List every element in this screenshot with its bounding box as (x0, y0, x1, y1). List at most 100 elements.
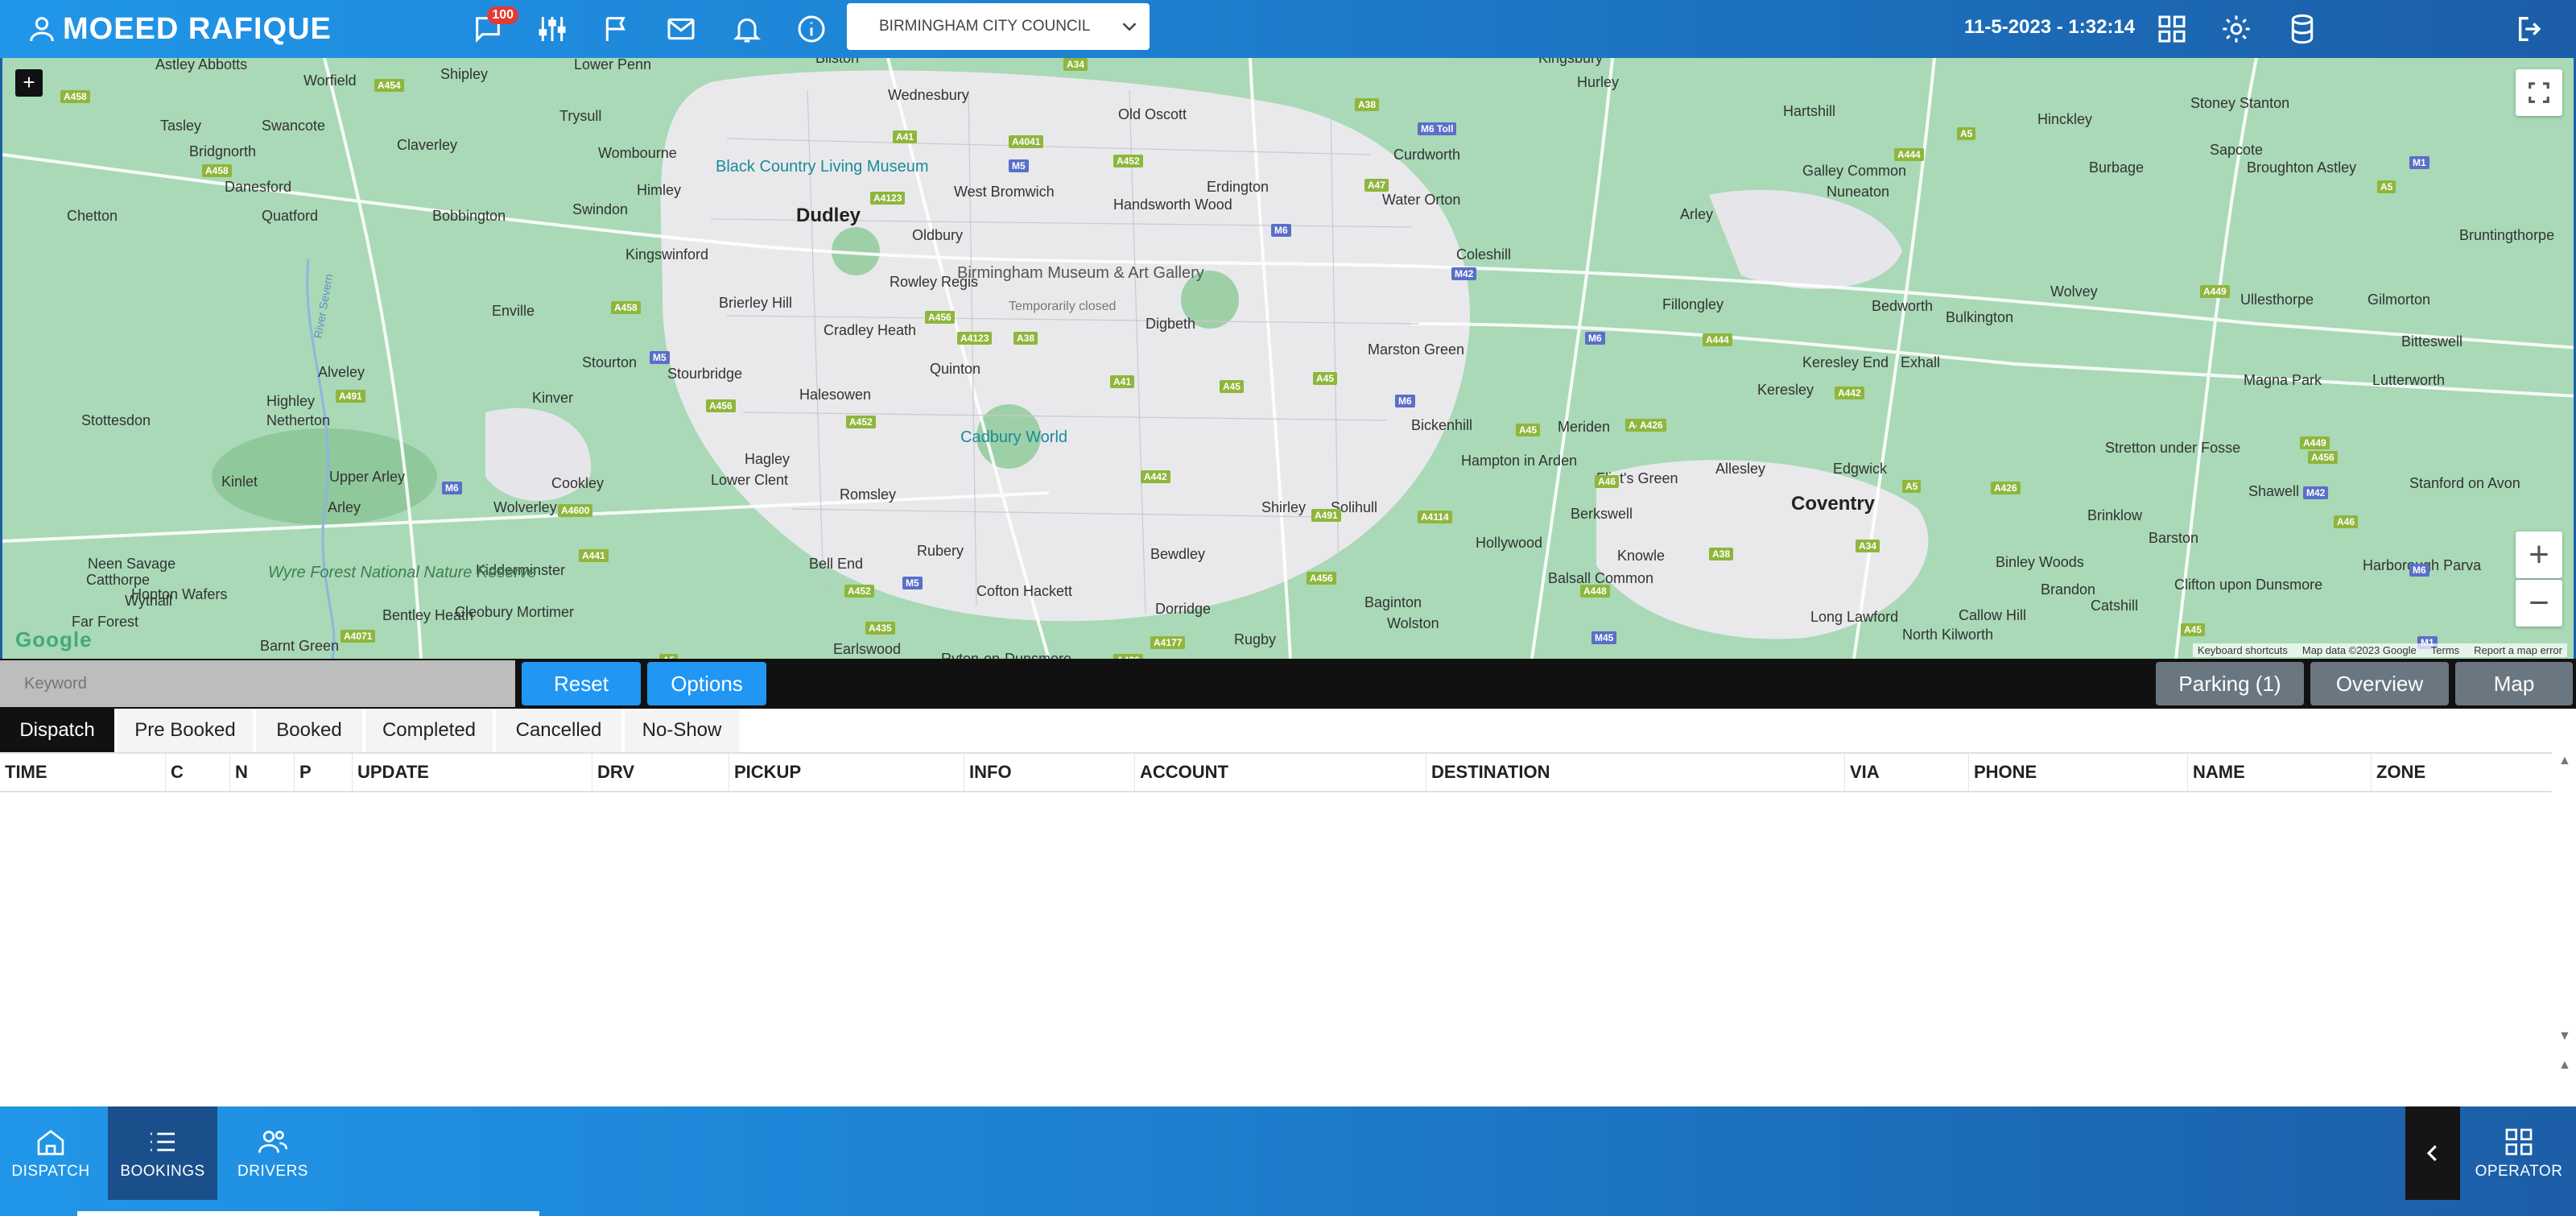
reset-button[interactable]: Reset (522, 662, 641, 705)
map-button[interactable]: Map (2455, 662, 2573, 705)
map-place-label: Digbeth (1146, 316, 1196, 332)
tab-dispatch[interactable]: Dispatch (0, 709, 114, 752)
tab-no-show[interactable]: No-Show (625, 709, 739, 752)
column-header-drv[interactable]: DRV (592, 754, 729, 791)
messages-button[interactable]: 100 (470, 6, 518, 47)
map-road-shield: A441 (579, 549, 609, 562)
info-button[interactable] (794, 11, 829, 47)
scroll-up-arrow-icon[interactable]: ▲ (2558, 754, 2571, 768)
settings-button[interactable] (2219, 11, 2254, 47)
map-road-shield: A426 (1991, 482, 2021, 494)
map-place-label: Keresley (1757, 382, 1814, 398)
map-road-shield: M5 (1009, 159, 1029, 172)
column-header-via[interactable]: VIA (1845, 754, 1969, 791)
map-place-label: Baginton (1364, 594, 1422, 610)
logout-icon (2519, 17, 2541, 41)
filters-button[interactable] (535, 11, 570, 47)
map-road-shield: A442 (1835, 387, 1864, 399)
chevron-left-icon (2426, 1145, 2437, 1161)
map-place-label: Old Oscott (1118, 106, 1187, 122)
column-header-account[interactable]: ACCOUNT (1135, 754, 1426, 791)
tab-completed[interactable]: Completed (365, 709, 493, 752)
column-header-p[interactable]: P (295, 754, 353, 791)
nav-operator[interactable]: OPERATOR (2465, 1106, 2573, 1200)
overview-button[interactable]: Overview (2310, 662, 2449, 705)
terms-link[interactable]: Terms (2431, 644, 2459, 656)
database-button[interactable] (2285, 11, 2320, 47)
map-place-label: Trysull (559, 108, 602, 124)
zoom-out-button[interactable]: − (2516, 580, 2562, 627)
mail-button[interactable] (663, 11, 699, 47)
user-profile[interactable]: MOEED RAFIQUE (26, 10, 332, 48)
map-place-label: Lower Penn (574, 58, 652, 72)
nav-dispatch[interactable]: DISPATCH (0, 1106, 101, 1200)
poi-closed-label: Temporarily closed (1009, 300, 1117, 313)
map-road-shield: A46 (1595, 475, 1620, 488)
map-road-shield: A4071 (341, 630, 376, 643)
poi-wyre-forest[interactable]: Wyre Forest National Nature Reserve (268, 564, 536, 582)
column-header-name[interactable]: NAME (2188, 754, 2372, 791)
nav-drivers-label: DRIVERS (237, 1163, 308, 1180)
map-road-shield: A34 (1856, 540, 1880, 552)
table-scrollbar[interactable]: ▲ ▼ ▲ (2552, 752, 2576, 1106)
column-header-zone[interactable]: ZONE (2372, 754, 2552, 791)
poi-birmingham-museum[interactable]: Birmingham Museum & Art Gallery (957, 264, 1204, 283)
options-button[interactable]: Options (647, 662, 766, 705)
map-road-shield: M1 (2409, 156, 2429, 169)
map-place-label: Wythall (125, 593, 172, 609)
map-place-label: Marston Green (1368, 341, 1465, 358)
top-bar: MOEED RAFIQUE 100 BIRMINGHAM CITY COUNCI… (0, 0, 2576, 58)
map-place-label: Highley (266, 393, 316, 409)
map-place-label: Bobbington (432, 208, 506, 224)
column-header-phone[interactable]: PHONE (1969, 754, 2188, 791)
map-road-shield: A45 (1516, 424, 1541, 436)
poi-black-country-museum[interactable]: Black Country Living Museum (716, 158, 929, 176)
column-header-n[interactable]: N (230, 754, 295, 791)
map-road-shield: A41 (1110, 375, 1135, 388)
column-header-time[interactable]: TIME (0, 754, 166, 791)
logout-button[interactable] (2513, 11, 2549, 47)
scroll-top-arrow-icon[interactable]: ▲ (2558, 1058, 2571, 1073)
council-select[interactable]: BIRMINGHAM CITY COUNCIL (847, 3, 1150, 50)
poi-cadbury-world[interactable]: Cadbury World (960, 428, 1067, 447)
tab-cancelled[interactable]: Cancelled (496, 709, 621, 752)
grid-icon (2505, 1128, 2533, 1156)
map-view[interactable]: + Astley Abbotts Worfield Shipley Lower Pen… (0, 58, 2576, 659)
map-place-label: Hagley (745, 451, 791, 467)
map-attribution: Keyboard shortcuts Map data ©2023 Google… (2192, 643, 2567, 657)
scroll-down-arrow-icon[interactable]: ▼ (2558, 1029, 2571, 1044)
collapse-panel-button[interactable] (2405, 1106, 2460, 1200)
column-header-destination[interactable]: DESTINATION (1426, 754, 1845, 791)
column-header-update[interactable]: UPDATE (353, 754, 592, 791)
map-road-shield: A5 (1902, 480, 1922, 493)
map-place-label: Bedworth (1872, 298, 1934, 314)
column-header-info[interactable]: INFO (964, 754, 1135, 791)
column-header-pickup[interactable]: PICKUP (729, 754, 964, 791)
flag-icon (605, 17, 625, 41)
map-road-shield: M6 (2409, 564, 2429, 577)
nav-bookings[interactable]: BOOKINGS (108, 1106, 217, 1200)
column-header-c[interactable]: C (166, 754, 230, 791)
grid-view-button[interactable] (2154, 11, 2190, 47)
map-small-plus-button[interactable]: + (15, 69, 43, 97)
keyword-search-input[interactable] (0, 660, 515, 707)
map-road-shield: M6 (442, 482, 462, 494)
zoom-in-button[interactable]: + (2516, 531, 2562, 578)
tab-pre-booked[interactable]: Pre Booked (118, 709, 253, 752)
map-place-label: Ryton-on-Dunsmore (941, 651, 1072, 659)
map-place-label: Coleshill (1456, 246, 1512, 263)
keyboard-shortcuts-link[interactable]: Keyboard shortcuts (2198, 644, 2288, 656)
nav-drivers[interactable]: DRIVERS (222, 1106, 324, 1200)
parking-button[interactable]: Parking (1) (2156, 662, 2304, 705)
fullscreen-button[interactable] (2516, 69, 2562, 116)
flag-button[interactable] (599, 11, 634, 47)
notifications-button[interactable] (729, 11, 765, 47)
map-place-label: Stottesdon (81, 412, 151, 428)
report-map-error-link[interactable]: Report a map error (2474, 644, 2562, 656)
tab-booked[interactable]: Booked (256, 709, 362, 752)
map-place-label: Hinckley (2037, 111, 2093, 127)
map-road-shield: M6 Toll (1418, 122, 1457, 135)
map-place-label: Bewdley (1150, 546, 1206, 562)
map-place-label: Stourton (582, 354, 638, 370)
map-place-label: Edgwick (1833, 461, 1888, 477)
